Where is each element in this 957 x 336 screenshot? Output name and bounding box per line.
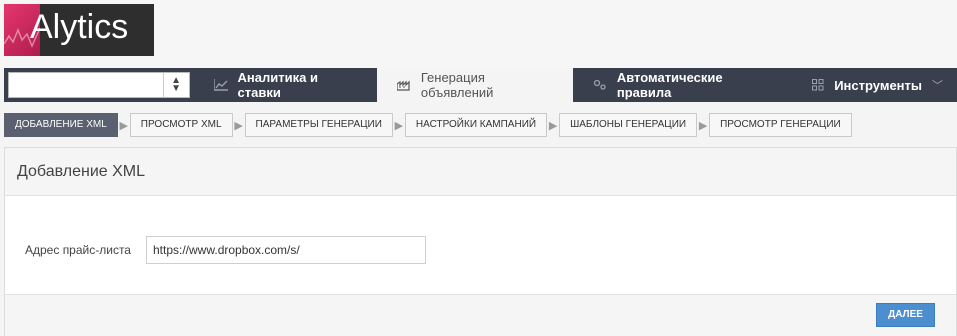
alytics-logo[interactable]: Alytics bbox=[4, 4, 154, 56]
main-navbar: ▲ ▼ Аналитика и ставки Генерация объявлен… bbox=[4, 68, 957, 102]
next-button[interactable]: Далее bbox=[876, 303, 935, 327]
nav-item-label: Генерация объявлений bbox=[420, 70, 494, 100]
gears-icon bbox=[593, 79, 607, 91]
nav-item-analytics[interactable]: Аналитика и ставки bbox=[194, 68, 377, 102]
site-select[interactable]: ▲ ▼ bbox=[8, 72, 190, 98]
step-campaign-settings[interactable]: Настройки кампаний bbox=[404, 113, 548, 137]
price-list-label: Адрес прайс-листа bbox=[25, 243, 131, 257]
grid-icon bbox=[812, 79, 824, 91]
chevron-right-icon: ▶ bbox=[119, 119, 129, 132]
add-xml-panel: Добавление XML Адрес прайс-листа https:/… bbox=[4, 147, 957, 336]
nav-item-auto-rules[interactable]: Автоматические правила bbox=[573, 68, 792, 102]
wizard-steps: Добавление XML ▶ Просмотр XML ▶ Параметр… bbox=[4, 113, 852, 137]
chevron-right-icon: ▶ bbox=[548, 119, 558, 132]
nav-item-label: Инструменты bbox=[834, 77, 922, 93]
panel-footer: Далее bbox=[5, 294, 956, 336]
nav-item-tools[interactable]: Инструменты ﹀ bbox=[792, 68, 957, 102]
chevron-right-icon: ▶ bbox=[234, 119, 243, 132]
chevron-right-icon: ▶ bbox=[394, 119, 404, 132]
nav-item-label: Аналитика и ставки bbox=[237, 70, 318, 100]
step-generation-templates[interactable]: Шаблоны генерации bbox=[559, 113, 698, 137]
logo-text: Alytics bbox=[30, 8, 129, 46]
factory-icon bbox=[396, 79, 411, 91]
chevron-down-icon: ﹀ bbox=[932, 80, 943, 92]
sort-arrows-icon: ▲ ▼ bbox=[162, 73, 189, 97]
step-generation-params[interactable]: Параметры генерации bbox=[244, 113, 393, 137]
nav-item-label: Автоматические правила bbox=[616, 70, 723, 100]
step-add-xml[interactable]: Добавление XML bbox=[4, 113, 118, 137]
price-list-row: Адрес прайс-листа https://www.dropbox.co… bbox=[5, 236, 956, 264]
chevron-right-icon: ▶ bbox=[698, 119, 708, 132]
step-generation-preview[interactable]: Просмотр генерации bbox=[709, 113, 852, 137]
panel-title: Добавление XML bbox=[5, 148, 956, 196]
step-view-xml[interactable]: Просмотр XML bbox=[129, 113, 233, 137]
nav-item-ad-generation[interactable]: Генерация объявлений bbox=[376, 68, 573, 102]
line-chart-icon bbox=[213, 79, 228, 91]
price-list-url-input[interactable]: https://www.dropbox.com/s/ bbox=[146, 236, 426, 264]
